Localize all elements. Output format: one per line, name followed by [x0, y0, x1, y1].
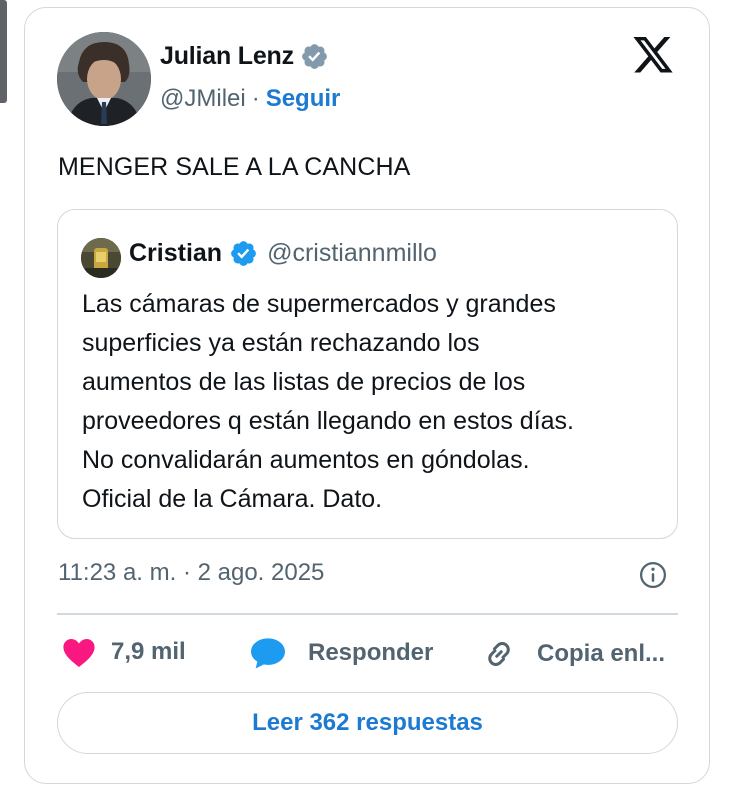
quoted-tweet[interactable]: Cristian @cristiannmillo Las cámaras de … — [57, 209, 678, 539]
person-portrait-avatar-icon — [57, 32, 151, 126]
read-replies-button[interactable]: Leer 362 respuestas — [57, 692, 678, 754]
quote-author-handle[interactable]: @cristiannmillo — [267, 239, 437, 268]
tweet-text: MENGER SALE A LA CANCHA — [58, 153, 411, 181]
speech-bubble-icon — [251, 638, 285, 669]
author-handle[interactable]: @JMilei — [160, 85, 246, 113]
author-name[interactable]: Julian Lenz — [160, 42, 294, 71]
action-bar: 7,9 mil Responder Copia enl... — [25, 636, 711, 676]
divider — [57, 613, 678, 615]
copy-link-label: Copia enl... — [537, 640, 666, 667]
quote-text: Las cámaras de supermercados y grandes s… — [82, 285, 667, 519]
quote-text-line: aumentos de las listas de precios de los — [82, 368, 526, 396]
person-avatar-icon — [81, 238, 121, 278]
quote-author-row: Cristian @cristiannmillo — [129, 239, 437, 268]
tweet-timestamp[interactable]: 11:23 a. m. · 2 ago. 2025 — [58, 559, 324, 587]
link-icon — [488, 642, 510, 666]
like-button[interactable]: 7,9 mil — [62, 636, 186, 668]
quote-author-name[interactable]: Cristian — [129, 239, 222, 268]
x-logo-icon[interactable] — [631, 37, 675, 77]
like-count: 7,9 mil — [111, 638, 186, 665]
quote-text-line: No convalidarán aumentos en góndolas. — [82, 446, 530, 474]
author-handle-row: @JMilei · Seguir — [160, 85, 340, 113]
author-avatar[interactable] — [57, 32, 151, 126]
heart-icon — [63, 638, 95, 668]
reply-label: Responder — [308, 639, 434, 666]
separator-dot: · — [251, 85, 260, 112]
quote-text-line: Oficial de la Cámara. Dato. — [82, 485, 383, 513]
author-name-row: Julian Lenz — [160, 42, 329, 71]
reply-button[interactable]: Responder — [249, 636, 433, 670]
quote-text-line: proveedores q están llegando en estos dí… — [82, 407, 575, 435]
info-icon[interactable] — [638, 560, 668, 590]
copy-link-button[interactable]: Copia enl... — [481, 636, 665, 672]
verified-badge-icon — [231, 241, 256, 266]
follow-button[interactable]: Seguir — [266, 85, 341, 113]
embedded-tweet-card: Julian Lenz @JMilei · Seguir MENGER SALE… — [24, 7, 710, 784]
verified-badge-icon — [302, 44, 327, 69]
quote-author-avatar[interactable] — [81, 238, 121, 278]
quote-text-line: superficies ya están rechazando los — [82, 329, 480, 357]
quote-text-line: Las cámaras de supermercados y grandes — [82, 290, 556, 318]
left-edge-strip — [0, 0, 7, 103]
